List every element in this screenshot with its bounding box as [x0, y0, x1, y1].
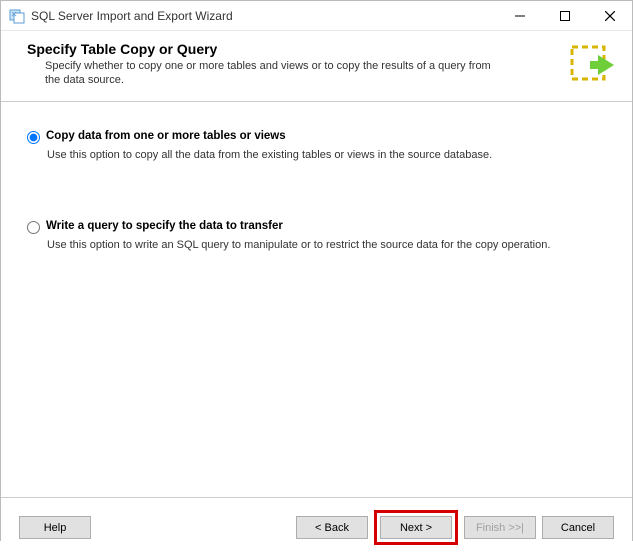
wizard-content: Copy data from one or more tables or vie… [1, 102, 632, 497]
back-button[interactable]: < Back [296, 516, 368, 539]
wizard-icon [566, 41, 614, 89]
finish-button: Finish >>| [464, 516, 536, 539]
cancel-button[interactable]: Cancel [542, 516, 614, 539]
minimize-button[interactable] [497, 1, 542, 31]
radio-write-query[interactable] [27, 221, 40, 234]
close-button[interactable] [587, 1, 632, 31]
window-title: SQL Server Import and Export Wizard [31, 9, 497, 23]
app-icon [9, 8, 25, 24]
maximize-button[interactable] [542, 1, 587, 31]
page-title: Specify Table Copy or Query [27, 41, 558, 57]
help-button[interactable]: Help [19, 516, 91, 539]
page-description: Specify whether to copy one or more tabl… [27, 59, 497, 88]
option-query-label[interactable]: Write a query to specify the data to tra… [46, 220, 283, 232]
window-controls [497, 1, 632, 30]
radio-copy-tables[interactable] [27, 131, 40, 144]
option-copy-description: Use this option to copy all the data fro… [47, 148, 606, 162]
wizard-footer: Help < Back Next > Finish >>| Cancel [1, 497, 632, 557]
option-copy-label[interactable]: Copy data from one or more tables or vie… [46, 130, 286, 142]
option-copy-tables: Copy data from one or more tables or vie… [27, 130, 606, 162]
option-query-description: Use this option to write an SQL query to… [47, 238, 606, 252]
titlebar: SQL Server Import and Export Wizard [1, 1, 632, 31]
option-write-query: Write a query to specify the data to tra… [27, 220, 606, 252]
next-button[interactable]: Next > [380, 516, 452, 539]
next-button-highlight: Next > [374, 510, 458, 545]
wizard-header: Specify Table Copy or Query Specify whet… [1, 31, 632, 102]
